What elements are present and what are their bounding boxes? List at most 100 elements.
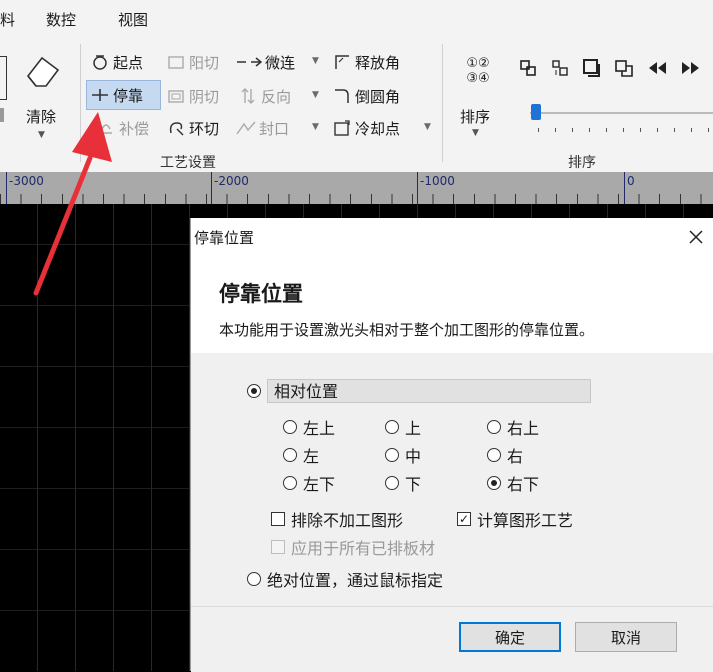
yangqie-icon	[166, 52, 186, 72]
position-bottom-right[interactable]: 右下	[487, 471, 539, 495]
dialog-footer: 确定 取消	[191, 606, 713, 672]
checkbox-indicator	[271, 540, 285, 554]
position-top[interactable]: 上	[385, 415, 421, 439]
sort-group-label: 排序	[568, 155, 596, 171]
menu-item-view[interactable]: 视图	[118, 9, 148, 30]
round-corner-icon	[332, 86, 352, 106]
ruler-major-tick	[417, 172, 418, 204]
reverse-dropdown-icon[interactable]: ▼	[312, 90, 319, 100]
sort-label: 排序	[460, 108, 491, 126]
yinqie-label: 阴切	[189, 87, 220, 106]
dialog-titlebar[interactable]: 停靠位置	[191, 218, 713, 256]
loop-cut-button[interactable]: 环切	[166, 114, 219, 142]
position-bottom-left[interactable]: 左下	[283, 471, 335, 495]
micro-joint-dropdown-icon[interactable]: ▼	[312, 56, 319, 66]
position-label: 下	[405, 475, 422, 494]
ruler-label: -2000	[214, 174, 249, 188]
sort-tool-1-icon[interactable]	[518, 58, 538, 78]
seal-dropdown-icon[interactable]: ▼	[312, 122, 319, 132]
ruler-major-tick	[211, 172, 212, 204]
dialog-heading: 停靠位置	[219, 282, 303, 306]
cooling-point-dropdown-icon[interactable]: ▼	[424, 122, 431, 132]
release-corner-button[interactable]: 释放角	[332, 48, 400, 76]
radio-indicator	[247, 384, 261, 398]
radio-indicator	[283, 420, 297, 434]
dialog-title: 停靠位置	[194, 229, 255, 247]
calc-process-checkbox[interactable]: ✓ 计算图形工艺	[457, 507, 573, 531]
absolute-position-label: 绝对位置，通过鼠标指定	[267, 571, 444, 590]
ruler-major-tick	[624, 172, 625, 204]
checkbox-indicator	[271, 512, 285, 526]
relative-position-label: 相对位置	[267, 379, 591, 403]
menu-item-nc[interactable]: 数控	[46, 9, 76, 30]
radio-indicator	[385, 420, 399, 434]
radio-indicator	[283, 448, 297, 462]
micro-joint-button[interactable]: 微连	[236, 48, 295, 76]
sort-glyph-top: ①②	[466, 56, 490, 71]
position-label: 左	[303, 447, 320, 466]
sort-slider-thumb[interactable]	[531, 104, 541, 120]
ok-button[interactable]: 确定	[459, 622, 561, 652]
dialog-body: 相对位置 左上 上 右上 左 中 右 左下 下 右下 排除不加工图形 ✓ 计算图形…	[191, 353, 713, 606]
start-point-icon	[90, 52, 110, 72]
seal-button[interactable]: 封口	[236, 114, 289, 142]
partial-tool-icon[interactable]	[0, 56, 7, 100]
ruler-label: 0	[627, 174, 635, 188]
calc-process-label: 计算图形工艺	[477, 511, 574, 530]
apply-all-checkbox[interactable]: 应用于所有已排板材	[271, 535, 435, 559]
radio-indicator	[385, 476, 399, 490]
radio-indicator	[487, 448, 501, 462]
position-top-right[interactable]: 右上	[487, 415, 539, 439]
sort-tool-4-icon[interactable]	[614, 58, 634, 78]
relative-position-radio[interactable]: 相对位置	[247, 379, 591, 403]
yinqie-icon	[166, 86, 186, 106]
reverse-icon	[238, 86, 258, 106]
rewind-icon[interactable]	[646, 58, 668, 78]
ruler-major-tick	[6, 172, 7, 204]
process-group-label: 工艺设置	[160, 155, 216, 171]
chevron-down-icon: ▼	[472, 128, 479, 138]
position-top-left[interactable]: 左上	[283, 415, 335, 439]
annotation-arrow-icon	[33, 112, 112, 296]
position-right[interactable]: 右	[487, 443, 523, 467]
exclude-checkbox[interactable]: 排除不加工图形	[271, 507, 403, 531]
sort-button[interactable]: ①② ③④ 排序 ▼	[456, 56, 500, 146]
cooling-point-button[interactable]: 冷却点	[332, 114, 400, 142]
sort-toolbar	[518, 58, 702, 78]
sort-tool-3-icon[interactable]	[582, 58, 602, 78]
radio-indicator	[487, 420, 501, 434]
yinqie-button[interactable]: 阴切	[166, 82, 219, 110]
radio-indicator	[247, 572, 261, 586]
release-corner-icon	[332, 52, 352, 72]
checkmark-icon: ✓	[457, 512, 471, 526]
round-corner-button[interactable]: 倒圆角	[332, 82, 400, 110]
fast-forward-icon[interactable]	[680, 58, 702, 78]
round-corner-label: 倒圆角	[355, 87, 401, 106]
position-bottom[interactable]: 下	[385, 471, 421, 495]
sort-tool-2-icon[interactable]	[550, 58, 570, 78]
start-point-button[interactable]: 起点	[90, 48, 143, 76]
sort-slider-ticks	[538, 128, 713, 132]
yangqie-button[interactable]: 阳切	[166, 48, 219, 76]
reverse-button[interactable]: 反向	[238, 82, 291, 110]
seal-icon	[236, 118, 256, 138]
position-label: 左下	[303, 475, 336, 494]
menu-item-material[interactable]: 料	[0, 9, 15, 30]
position-label: 右上	[507, 419, 540, 438]
position-label: 右下	[507, 475, 540, 494]
cooling-point-label: 冷却点	[355, 119, 401, 138]
loop-cut-icon	[166, 118, 186, 138]
absolute-position-radio[interactable]: 绝对位置，通过鼠标指定	[247, 567, 443, 591]
seal-label: 封口	[259, 119, 290, 138]
sort-icon: ①② ③④	[456, 56, 500, 86]
menu-bar: 料 数控 视图	[0, 0, 713, 36]
cancel-button[interactable]: 取消	[575, 622, 677, 652]
close-icon[interactable]	[687, 228, 705, 246]
position-center[interactable]: 中	[385, 443, 421, 467]
radio-indicator	[385, 448, 399, 462]
position-left[interactable]: 左	[283, 443, 319, 467]
yangqie-label: 阳切	[189, 53, 220, 72]
sort-slider-track[interactable]	[530, 112, 713, 114]
partial-tool-label	[0, 108, 4, 122]
exclude-label: 排除不加工图形	[291, 511, 404, 530]
